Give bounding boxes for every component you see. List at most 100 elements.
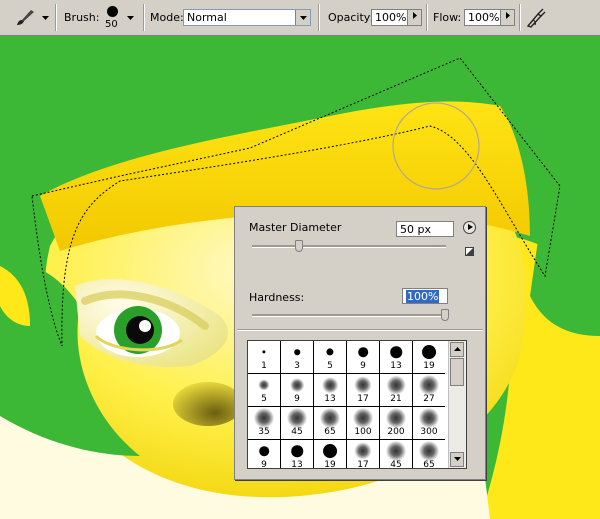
brush-preset-item[interactable]: 27: [413, 374, 445, 406]
brush-preset-size: 13: [324, 394, 336, 404]
brush-preset-size: 65: [324, 427, 336, 437]
flow-slider-button[interactable]: [500, 9, 515, 26]
brush-tip-preview: [419, 375, 439, 395]
brush-preset-item[interactable]: 200: [380, 407, 412, 439]
chevron-down-icon: [127, 16, 134, 20]
brush-preset-item[interactable]: 19: [314, 440, 346, 468]
brush-preset-size: 17: [357, 394, 369, 404]
toolbar-separator: [519, 4, 521, 31]
tool-preset-picker[interactable]: [14, 8, 50, 28]
hardness-slider-thumb[interactable]: [441, 309, 449, 321]
brush-preset-size: 21: [390, 394, 402, 404]
brush-tip-preview: [254, 408, 274, 428]
chevron-down-icon: [42, 16, 49, 20]
opacity-slider-button[interactable]: [407, 9, 422, 26]
reset-size-button[interactable]: [465, 247, 474, 256]
brush-tip-preview: [320, 408, 340, 428]
chevron-up-icon: [453, 347, 461, 351]
brush-tip-preview: [291, 445, 303, 457]
brush-preset-item[interactable]: 65: [314, 407, 346, 439]
hardness-label: Hardness:: [249, 291, 305, 304]
scroll-up-button[interactable]: [450, 342, 464, 357]
flow-label: Flow:: [433, 11, 462, 24]
brush-tip-preview: [262, 350, 266, 354]
brush-preset-item[interactable]: 300: [413, 407, 445, 439]
opacity-input[interactable]: 100%: [371, 9, 408, 26]
flow-input[interactable]: 100%: [464, 9, 501, 26]
brush-preset-item[interactable]: 9: [347, 341, 379, 373]
brush-preset-panel: Master Diameter 50 px Hardness: 100% 135…: [234, 206, 486, 480]
chevron-down-icon: [299, 16, 307, 20]
brush-preset-item[interactable]: 45: [281, 407, 313, 439]
brush-preset-size: 65: [423, 460, 435, 469]
brush-preset-grid: 1 3 5 9 13 19 5 9 13 17 21 27 35 45 65 100 200 300 9 13 19 17…: [248, 341, 445, 469]
brush-preset-item[interactable]: 3: [281, 341, 313, 373]
hardness-input[interactable]: 100%: [402, 288, 448, 304]
play-right-icon: [468, 224, 473, 230]
brush-preset-item[interactable]: 13: [281, 440, 313, 469]
brush-preset-item[interactable]: 21: [380, 374, 412, 406]
brush-tip-preview: [290, 378, 304, 392]
brush-preset-item[interactable]: 45: [380, 440, 412, 469]
brush-preset-item[interactable]: 35: [248, 407, 280, 439]
brush-preset-size: 100: [354, 427, 372, 437]
preset-list-scrollbar[interactable]: [448, 341, 466, 468]
mode-dropdown-button[interactable]: [295, 10, 310, 25]
airbrush-toggle[interactable]: [524, 6, 548, 30]
brush-tip-preview: [354, 442, 372, 460]
scroll-down-button[interactable]: [450, 452, 464, 467]
brush-tip-preview: [419, 441, 439, 461]
brush-preset-size: 5: [327, 361, 333, 371]
brush-preset-size: 9: [294, 394, 300, 404]
toolbar-separator: [55, 4, 57, 31]
options-bar: Brush: 50 Mode: Normal Opacity: 100% Flo…: [0, 0, 600, 36]
brush-tip-preview: [259, 446, 269, 456]
brush-tip-preview: [422, 345, 436, 359]
brush-preset-item[interactable]: 1: [248, 341, 280, 373]
brush-preset-size: 9: [360, 361, 366, 371]
brush-preset-item[interactable]: 5: [314, 341, 346, 373]
brush-preset-item[interactable]: 100: [347, 407, 379, 439]
panel-menu-button[interactable]: [463, 221, 476, 234]
toolbar-separator: [143, 4, 145, 31]
brush-preset-size: 300: [420, 427, 438, 437]
brush-preset-item[interactable]: 65: [413, 440, 445, 469]
brush-tip-preview: [390, 346, 402, 358]
brush-preset-size: 13: [291, 460, 303, 469]
master-diameter-slider-thumb[interactable]: [295, 240, 303, 252]
brush-preset-item[interactable]: 17: [347, 440, 379, 468]
brush-label: Brush:: [64, 11, 100, 24]
brush-preset-size: 45: [291, 427, 303, 437]
brush-preset-item[interactable]: 9: [281, 374, 313, 406]
toolbar-separator: [318, 4, 320, 31]
brush-preset-size: 1: [261, 361, 267, 371]
brush-tip-preview: [354, 376, 372, 394]
brush-preset-size: 45: [390, 460, 402, 469]
brush-preset-size: 5: [261, 394, 267, 404]
mode-select[interactable]: Normal: [183, 9, 311, 26]
brush-tip-preview: [322, 377, 338, 393]
mode-label: Mode:: [150, 11, 184, 24]
opacity-label: Opacity:: [328, 11, 374, 24]
brush-preset-item[interactable]: 13: [314, 374, 346, 406]
brush-preset-size: 35: [258, 427, 270, 437]
brush-tip-preview: [419, 408, 439, 428]
brush-preset-item[interactable]: 17: [347, 374, 379, 406]
scrollbar-thumb[interactable]: [450, 358, 464, 386]
brush-picker[interactable]: 50: [103, 4, 139, 32]
brush-tip-preview: [386, 408, 406, 428]
panel-divider: [237, 329, 483, 331]
brush-tip-preview: [107, 6, 118, 17]
master-diameter-slider[interactable]: [252, 245, 446, 248]
brush-preset-item[interactable]: 9: [248, 440, 280, 469]
brush-size-value: 50: [105, 19, 118, 30]
brush-tip-preview: [358, 347, 368, 357]
brush-preset-item[interactable]: 5: [248, 374, 280, 406]
brush-tip-preview: [386, 375, 406, 395]
master-diameter-input[interactable]: 50 px: [396, 221, 454, 237]
brush-preset-item[interactable]: 19: [413, 341, 445, 373]
hardness-slider[interactable]: [252, 314, 446, 317]
brush-preset-size: 9: [261, 460, 267, 469]
brush-preset-item[interactable]: 13: [380, 341, 412, 373]
hardness-input-value: 100%: [406, 290, 440, 303]
